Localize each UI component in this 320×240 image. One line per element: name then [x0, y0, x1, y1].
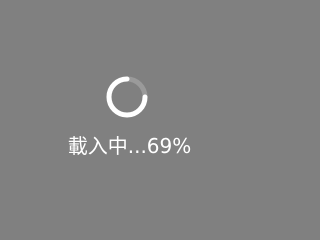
loading-progress-text: 載入中...69%	[67, 134, 192, 158]
loading-overlay: 載入中...69%	[0, 0, 259, 224]
loading-spinner-icon	[102, 72, 152, 122]
